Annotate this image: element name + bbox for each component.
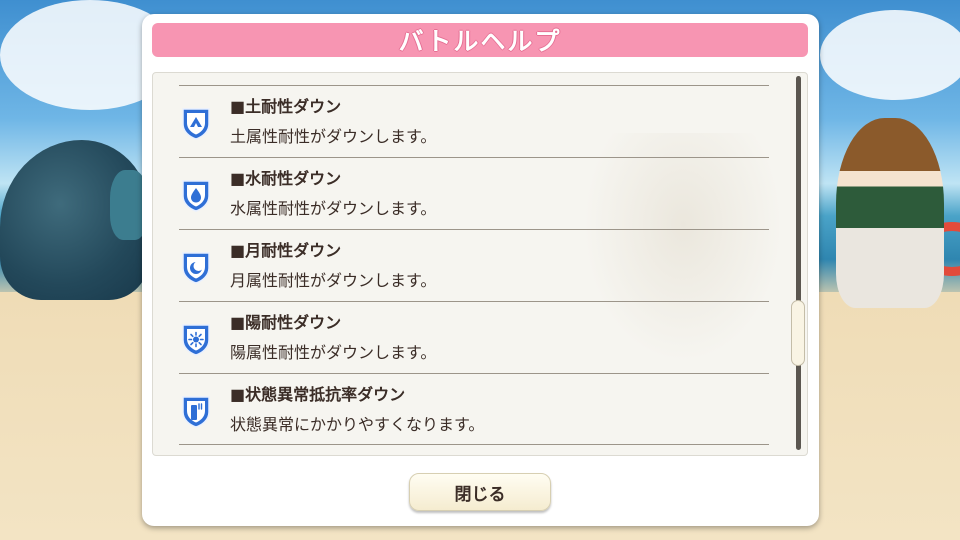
- help-item-name: ■陽耐性ダウン: [230, 313, 342, 332]
- help-item-description: 陽属性耐性がダウンします。: [230, 343, 437, 362]
- help-item-sun-resistance-down: ■陽耐性ダウン 陽属性耐性がダウンします。: [179, 301, 769, 373]
- help-item-description: 状態異常にかかりやすくなります。: [230, 415, 485, 434]
- help-item-earth-resistance-down: ■土耐性ダウン 土属性耐性がダウンします。: [179, 85, 769, 157]
- help-item-moon-resistance-down: ■月耐性ダウン 月属性耐性がダウンします。: [179, 229, 769, 301]
- close-button[interactable]: 閉じる: [409, 473, 551, 511]
- scrollbar-track[interactable]: [796, 76, 801, 450]
- status-resistance-down-icon: [180, 394, 212, 428]
- dialog-title-bar: バトルヘルプ: [152, 23, 808, 57]
- help-item-description: 月属性耐性がダウンします。: [230, 271, 437, 290]
- help-item-status-resistance-down: ■状態異常抵抗率ダウン 状態異常にかかりやすくなります。: [179, 373, 769, 445]
- help-list: ■土耐性ダウン 土属性耐性がダウンします。 ■水耐性ダウン 水属性耐性がダウンし…: [179, 85, 769, 445]
- help-item-name: ■水耐性ダウン: [230, 169, 342, 188]
- earth-resistance-down-icon: [180, 106, 212, 140]
- water-resistance-down-icon: [180, 178, 212, 212]
- help-item-name: ■月耐性ダウン: [230, 241, 342, 260]
- cloud: [820, 10, 960, 100]
- dialog-title: バトルヘルプ: [398, 27, 562, 56]
- player-character: [836, 118, 944, 308]
- help-item-name: ■状態異常抵抗率ダウン: [230, 385, 406, 404]
- help-item-name: ■土耐性ダウン: [230, 97, 342, 116]
- help-item-description: 水属性耐性がダウンします。: [230, 199, 437, 218]
- scrollbar-thumb[interactable]: [791, 300, 805, 366]
- battle-help-dialog: バトルヘルプ ■土耐性ダウン 土属性耐性がダウンします。 ■水耐性ダウン 水属性…: [142, 14, 819, 526]
- moon-resistance-down-icon: [180, 250, 212, 284]
- help-item-description: 土属性耐性がダウンします。: [230, 127, 437, 146]
- help-list-panel[interactable]: ■土耐性ダウン 土属性耐性がダウンします。 ■水耐性ダウン 水属性耐性がダウンし…: [152, 72, 808, 456]
- sun-resistance-down-icon: [180, 322, 212, 356]
- help-item-water-resistance-down: ■水耐性ダウン 水属性耐性がダウンします。: [179, 157, 769, 229]
